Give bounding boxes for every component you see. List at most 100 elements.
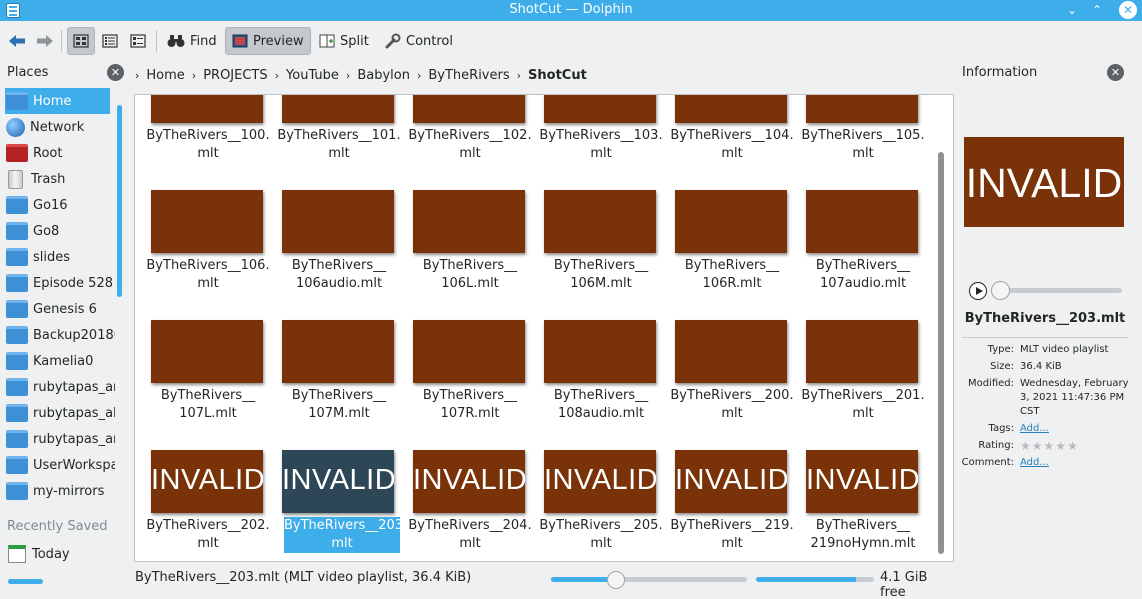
places-horizontal-scrollbar[interactable] xyxy=(8,579,43,584)
file-item[interactable]: INVALID ByTheRivers__202. mlt xyxy=(143,450,270,561)
file-item[interactable]: ByTheRivers__ 107audio.mlt xyxy=(798,190,918,310)
places-item-network[interactable]: Network xyxy=(0,114,115,140)
file-item[interactable]: ByTheRivers__102. mlt xyxy=(405,95,532,180)
close-window-button[interactable]: ✕ xyxy=(1119,1,1137,19)
file-name: ByTheRivers__ 108audio.mlt xyxy=(536,387,666,423)
file-item[interactable]: ByTheRivers__101. mlt xyxy=(274,95,401,180)
file-item[interactable]: INVALID ByTheRivers__ 219noHymn.mlt xyxy=(798,450,918,561)
status-bar: ByTheRivers__203.mlt (MLT video playlist… xyxy=(134,566,954,599)
media-seek-slider[interactable] xyxy=(996,288,1122,293)
split-button[interactable]: Split xyxy=(313,27,375,55)
places-item-rubytapas-ar[interactable]: rubytapas_ar xyxy=(0,374,115,400)
places-item-backup20180[interactable]: Backup20180 xyxy=(0,322,115,348)
places-scrollbar[interactable] xyxy=(117,105,122,297)
preview-button[interactable]: Preview xyxy=(225,27,311,55)
places-item-home[interactable]: Home xyxy=(5,88,110,114)
home-folder-icon xyxy=(6,92,28,110)
places-item-today[interactable]: Today xyxy=(0,541,115,567)
file-view[interactable]: ByTheRivers__100. mlt ByTheRivers__101. mlt… xyxy=(134,94,954,562)
file-name-line: ByTheRivers__101. xyxy=(277,128,401,143)
invalid-thumbnail-text: INVALID xyxy=(675,464,787,496)
zoom-slider-handle[interactable] xyxy=(607,571,625,589)
zoom-slider[interactable] xyxy=(551,571,747,589)
places-item-root[interactable]: Root xyxy=(0,140,115,166)
compact-view-icon xyxy=(102,34,118,48)
places-item-episode-528[interactable]: Episode 528 xyxy=(0,270,115,296)
places-item-genesis-6[interactable]: Genesis 6 xyxy=(0,296,115,322)
breadcrumb-item[interactable]: YouTube xyxy=(280,68,345,83)
places-item-my-mirrors[interactable]: my-mirrors xyxy=(0,478,115,504)
file-item[interactable]: INVALID ByTheRivers__219. mlt xyxy=(667,450,794,561)
file-name: ByTheRivers__105. mlt xyxy=(798,127,928,163)
forward-button[interactable] xyxy=(30,27,60,55)
places-item-label: rubytapas_al xyxy=(33,405,115,421)
places-item-slides[interactable]: slides xyxy=(0,244,115,270)
breadcrumb-item[interactable]: Home xyxy=(140,68,190,83)
star-icon[interactable]: ★ xyxy=(1044,439,1055,453)
close-places-icon[interactable]: ✕ xyxy=(107,64,124,81)
file-thumbnail xyxy=(544,320,656,383)
play-button[interactable] xyxy=(969,282,987,300)
file-item[interactable]: ByTheRivers__104. mlt xyxy=(667,95,794,180)
star-icon[interactable]: ★ xyxy=(1032,439,1043,453)
star-icon[interactable]: ★ xyxy=(1067,439,1078,453)
star-icon[interactable]: ★ xyxy=(1055,439,1066,453)
places-item-go8[interactable]: Go8 xyxy=(0,218,115,244)
split-label: Split xyxy=(340,33,369,49)
file-item[interactable]: ByTheRivers__201. mlt xyxy=(798,320,925,440)
back-button[interactable] xyxy=(2,27,32,55)
icons-view-button[interactable] xyxy=(67,27,95,55)
breadcrumb-item[interactable]: Babylon xyxy=(351,68,416,83)
breadcrumb-item[interactable]: PROJECTS xyxy=(197,68,273,83)
star-icon[interactable]: ★ xyxy=(1020,439,1031,453)
folder-icon xyxy=(6,300,28,318)
file-name-line: 107L.mlt xyxy=(179,406,237,421)
file-item[interactable]: ByTheRivers__ 108audio.mlt xyxy=(536,320,656,440)
control-button[interactable]: Control xyxy=(379,27,459,55)
places-item-kamelia0[interactable]: Kamelia0 xyxy=(0,348,115,374)
minimize-icon[interactable]: ⌄ xyxy=(1063,1,1081,19)
rating-stars[interactable]: ★ ★ ★ ★ ★ xyxy=(1020,439,1078,453)
file-name-line: 106M.mlt xyxy=(570,276,632,291)
places-item-go16[interactable]: Go16 xyxy=(0,192,115,218)
file-thumbnail xyxy=(806,320,918,383)
places-item-userworkspa[interactable]: UserWorkspa xyxy=(0,452,115,478)
file-thumbnail xyxy=(675,190,787,253)
file-name-line: mlt xyxy=(590,146,612,161)
details-view-button[interactable] xyxy=(125,27,151,55)
breadcrumb-item[interactable]: ByTheRivers xyxy=(422,68,515,83)
folder-icon xyxy=(6,326,28,344)
file-view-scrollbar[interactable] xyxy=(938,152,944,554)
breadcrumb-item[interactable]: ShotCut xyxy=(522,68,593,83)
add-comment-link[interactable]: Add... xyxy=(1020,456,1130,470)
file-item[interactable]: INVALID ByTheRivers__203. mlt xyxy=(274,450,407,561)
file-item[interactable]: ByTheRivers__100. mlt xyxy=(143,95,270,180)
file-item[interactable]: ByTheRivers__ 107M.mlt xyxy=(274,320,394,440)
places-item-rubytapas-ar[interactable]: rubytapas_ar xyxy=(0,426,115,452)
file-item[interactable]: ByTheRivers__ 106R.mlt xyxy=(667,190,787,310)
file-item[interactable]: ByTheRivers__103. mlt xyxy=(536,95,663,180)
file-item[interactable]: ByTheRivers__106. mlt xyxy=(143,190,270,310)
file-item[interactable]: ByTheRivers__ 106M.mlt xyxy=(536,190,656,310)
file-thumbnail: INVALID xyxy=(544,450,656,513)
places-item-trash[interactable]: Trash xyxy=(0,166,115,192)
media-seek-handle[interactable] xyxy=(991,281,1010,300)
meta-type-value: MLT video playlist xyxy=(1020,344,1109,355)
file-item[interactable]: ByTheRivers__ 106audio.mlt xyxy=(274,190,394,310)
places-item-rubytapas-al[interactable]: rubytapas_al xyxy=(0,400,115,426)
file-item[interactable]: ByTheRivers__200. mlt xyxy=(667,320,794,440)
file-item[interactable]: ByTheRivers__ 106L.mlt xyxy=(405,190,525,310)
maximize-icon[interactable]: ⌃ xyxy=(1088,1,1106,19)
add-tags-link[interactable]: Add... xyxy=(1020,422,1130,436)
file-name: ByTheRivers__ 106R.mlt xyxy=(667,257,797,293)
file-item[interactable]: ByTheRivers__ 107L.mlt xyxy=(143,320,263,440)
close-information-icon[interactable]: ✕ xyxy=(1107,64,1124,81)
file-name: ByTheRivers__106. mlt xyxy=(143,257,273,293)
compact-view-button[interactable] xyxy=(97,27,123,55)
file-item[interactable]: ByTheRivers__105. mlt xyxy=(798,95,925,180)
file-item[interactable]: INVALID ByTheRivers__204. mlt xyxy=(405,450,532,561)
title-bar: ShotCut — Dolphin ⌄ ⌃ ✕ xyxy=(0,0,1142,21)
file-item[interactable]: ByTheRivers__ 107R.mlt xyxy=(405,320,525,440)
file-item[interactable]: INVALID ByTheRivers__205. mlt xyxy=(536,450,663,561)
find-button[interactable]: Find xyxy=(161,27,223,55)
